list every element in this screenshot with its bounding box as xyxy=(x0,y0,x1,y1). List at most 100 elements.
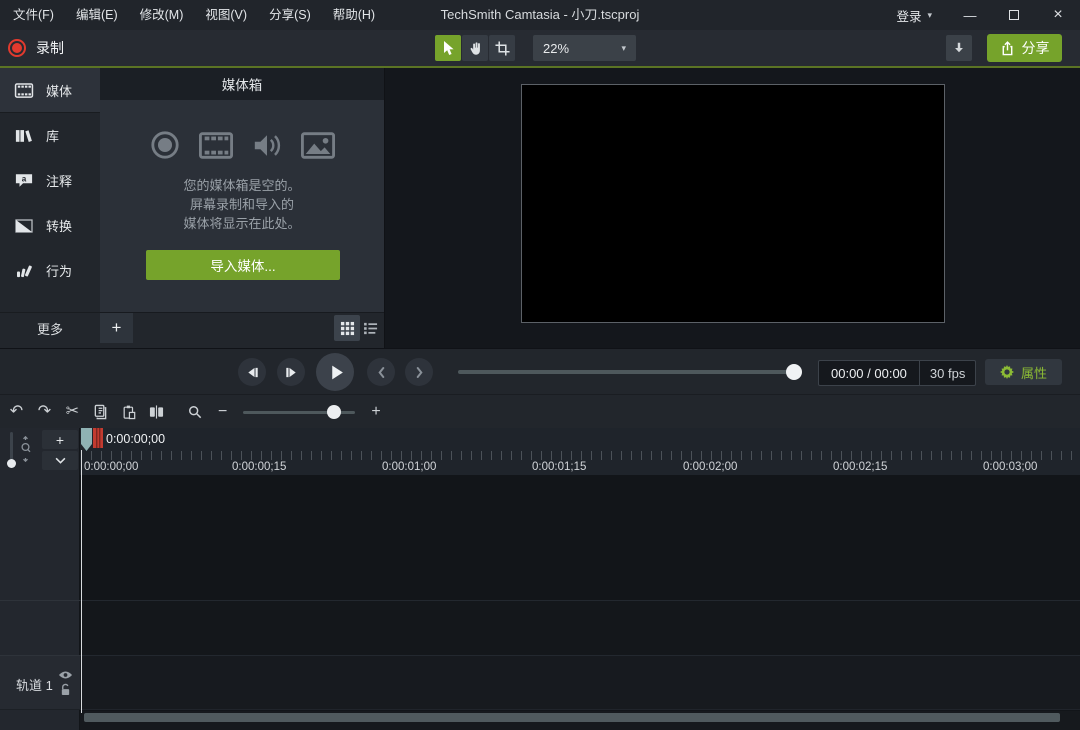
sidebar-item-library[interactable]: 库 xyxy=(0,113,100,158)
share-button[interactable]: 分享 xyxy=(987,34,1062,62)
menu-file[interactable]: 文件(F) xyxy=(2,0,65,30)
zoom-in-button[interactable]: + xyxy=(371,404,380,420)
timeline-zoom-slider[interactable] xyxy=(243,411,355,414)
login-label: 登录 xyxy=(896,6,921,25)
paste-button[interactable] xyxy=(118,400,139,424)
track-lock-button[interactable] xyxy=(60,683,71,702)
next-marker-button[interactable] xyxy=(405,358,433,386)
sidebar-item-label: 库 xyxy=(46,126,59,145)
close-icon: × xyxy=(1053,6,1062,24)
image-icon xyxy=(301,132,335,159)
undo-button[interactable]: ↶ xyxy=(6,400,27,424)
crop-tool-button[interactable] xyxy=(489,35,515,61)
properties-button[interactable]: 属性 xyxy=(985,359,1062,385)
import-media-button[interactable]: 导入媒体... xyxy=(146,250,340,280)
playhead-red-flag xyxy=(93,428,103,448)
seek-slider[interactable] xyxy=(458,370,800,374)
previous-marker-button[interactable] xyxy=(367,358,395,386)
add-track-button[interactable]: + xyxy=(42,430,78,449)
redo-button[interactable]: ↷ xyxy=(34,400,55,424)
timeline-zoom-controls: − + xyxy=(188,395,381,429)
sidebar-more-button[interactable]: 更多 xyxy=(0,312,100,348)
media-icon xyxy=(13,83,35,98)
hand-icon xyxy=(468,41,483,56)
menu-edit[interactable]: 编辑(E) xyxy=(65,0,129,30)
horizontal-scrollbar[interactable] xyxy=(80,713,1080,723)
copy-button[interactable] xyxy=(90,400,111,424)
menubar: 文件(F) 编辑(E) 修改(M) 视图(V) 分享(S) 帮助(H) xyxy=(2,0,386,30)
menu-view[interactable]: 视图(V) xyxy=(194,0,258,30)
sidebar-item-behaviors[interactable]: 行为 xyxy=(0,248,100,293)
playhead-timecode: 0:00:00;00 xyxy=(106,432,165,446)
ruler-label: 0:00:01;00 xyxy=(382,461,436,473)
track-divider xyxy=(0,600,80,601)
timeline-zoom-thumb[interactable] xyxy=(327,405,341,419)
chevron-left-icon xyxy=(377,366,386,379)
playhead-line[interactable] xyxy=(81,450,82,713)
menu-share[interactable]: 分享(S) xyxy=(258,0,322,30)
play-button[interactable] xyxy=(316,353,354,391)
editing-canvas[interactable] xyxy=(521,84,945,323)
magnifier-icon xyxy=(188,405,202,419)
edit-tools: ↶ ↷ ✂ xyxy=(6,395,167,429)
annotation-icon: a xyxy=(13,173,35,188)
seek-slider-thumb[interactable] xyxy=(786,364,802,380)
timecode-value: 00:00 / 00:00 xyxy=(819,361,919,385)
track-height-slider[interactable] xyxy=(10,432,13,468)
media-bin-empty-text: 您的媒体箱是空的。 屏幕录制和导入的 媒体将显示在此处。 xyxy=(100,176,384,233)
next-frame-icon xyxy=(285,366,298,379)
select-tool-button[interactable] xyxy=(435,35,461,61)
chevron-down-icon: ▾ xyxy=(621,44,626,53)
list-view-button[interactable] xyxy=(358,315,384,341)
fps-value[interactable]: 30 fps xyxy=(919,361,975,385)
pan-tool-button[interactable] xyxy=(462,35,488,61)
lock-open-icon xyxy=(60,683,71,697)
sidebar-item-media[interactable]: 媒体 xyxy=(0,68,100,113)
horizontal-scrollbar-thumb[interactable] xyxy=(84,713,1060,722)
selection-marker[interactable] xyxy=(93,428,103,453)
record-button[interactable]: 录制 xyxy=(8,34,64,62)
ruler-label: 0:00:02;00 xyxy=(683,461,737,473)
cursor-icon xyxy=(440,40,456,56)
minimize-button[interactable]: — xyxy=(948,0,992,30)
maximize-icon xyxy=(1009,10,1019,20)
share-label: 分享 xyxy=(1022,38,1050,58)
next-frame-button[interactable] xyxy=(277,358,305,386)
previous-frame-button[interactable] xyxy=(238,358,266,386)
sidebar-item-transitions[interactable]: 转换 xyxy=(0,203,100,248)
split-button[interactable] xyxy=(146,400,167,424)
track1-header[interactable]: 轨道 1 xyxy=(0,655,80,710)
preview-area xyxy=(385,68,1080,348)
track1-lane[interactable] xyxy=(80,655,1080,710)
canvas-tools xyxy=(435,35,515,61)
grid-view-button[interactable] xyxy=(334,315,360,341)
timeline-ruler[interactable]: 0:00:00;00 0:00:00;15 0:00:01;00 0:00:01… xyxy=(80,428,1080,475)
timeline-toolbar: ↶ ↷ ✂ − + xyxy=(0,394,1080,428)
menu-help[interactable]: 帮助(H) xyxy=(322,0,386,30)
zoom-level-select[interactable]: 22% ▾ xyxy=(533,35,636,61)
track-height-thumb[interactable] xyxy=(7,459,16,468)
empty-text-line: 屏幕录制和导入的 xyxy=(100,195,384,214)
cut-button[interactable]: ✂ xyxy=(62,400,83,424)
collapse-tracks-button[interactable] xyxy=(42,451,78,470)
sidebar-item-annotations[interactable]: a 注释 xyxy=(0,158,100,203)
split-icon xyxy=(149,405,164,419)
behavior-icon xyxy=(13,263,35,278)
maximize-button[interactable] xyxy=(992,0,1036,30)
copy-icon xyxy=(93,404,108,420)
zoom-out-button[interactable]: − xyxy=(218,404,227,420)
menu-modify[interactable]: 修改(M) xyxy=(129,0,195,30)
list-view-icon xyxy=(363,322,379,335)
login-menu[interactable]: 登录 ▾ xyxy=(880,6,948,25)
track-controls: + xyxy=(0,428,80,475)
library-icon xyxy=(13,128,35,143)
ruler-label: 0:00:03;00 xyxy=(983,461,1037,473)
audio-icon xyxy=(252,132,282,159)
download-button[interactable] xyxy=(946,35,972,61)
properties-label: 属性 xyxy=(1021,363,1047,382)
empty-lane xyxy=(80,600,1080,655)
close-button[interactable]: × xyxy=(1036,0,1080,30)
scissors-icon: ✂ xyxy=(66,404,79,420)
add-media-button[interactable]: + xyxy=(100,313,133,343)
redo-icon: ↷ xyxy=(38,404,51,420)
